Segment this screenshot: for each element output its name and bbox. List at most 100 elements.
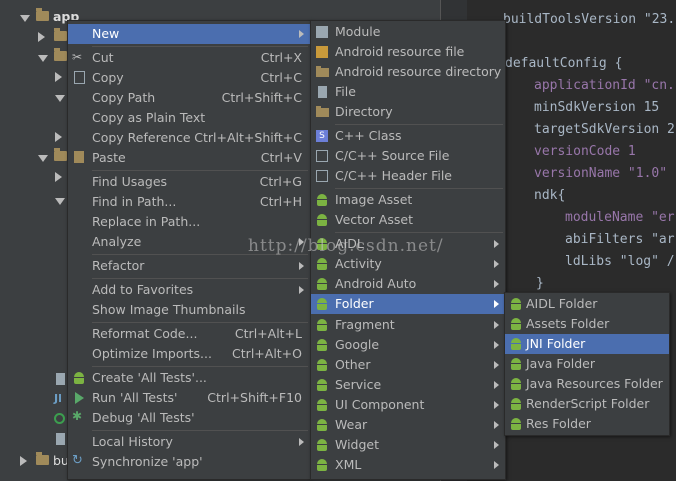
code-line: defaultConfig { (505, 56, 623, 71)
menu-item-debug-all-tests[interactable]: ✱ Debug 'All Tests' (68, 408, 310, 428)
expand-arrow-icon[interactable] (38, 55, 48, 62)
submenu-arrow-icon (494, 461, 499, 469)
menu-item-refactor[interactable]: Refactor (68, 256, 310, 276)
menu-item-google[interactable]: Google (311, 335, 505, 355)
expand-arrow-icon[interactable] (38, 155, 48, 162)
menu-item-folder[interactable]: Folder (311, 294, 505, 314)
menu-item-file[interactable]: File (311, 82, 505, 102)
menu-item-android-resource-file[interactable]: Android resource file (311, 42, 505, 62)
expand-arrow-icon[interactable] (55, 95, 65, 102)
menu-item-activity[interactable]: Activity (311, 254, 505, 274)
android-icon (316, 194, 328, 206)
android-icon (316, 359, 328, 371)
android-icon (316, 298, 328, 310)
paste-icon (74, 151, 84, 163)
menu-item-find-usages[interactable]: Find Usages Ctrl+G (68, 172, 310, 192)
cpp-header-icon (316, 170, 328, 182)
android-folder-icon (510, 338, 522, 350)
menu-item-replace-in-path[interactable]: Replace in Path... (68, 212, 310, 232)
android-icon (316, 319, 328, 331)
menu-item-copy-plain-text[interactable]: Copy as Plain Text (68, 108, 310, 128)
collapse-arrow-icon[interactable] (38, 32, 45, 42)
submenu-arrow-icon (299, 286, 304, 294)
menu-item-assets-folder[interactable]: Assets Folder (505, 314, 669, 334)
menu-item-cut[interactable]: ✂ Cut Ctrl+X (68, 48, 310, 68)
collapse-arrow-icon[interactable] (55, 172, 62, 182)
menu-item-create-all-tests[interactable]: Create 'All Tests'... (68, 368, 310, 388)
submenu-arrow-icon (494, 260, 499, 268)
code-line: buildToolsVersion "23. (503, 12, 676, 27)
cpp-class-icon: S (316, 130, 328, 142)
menu-item-copy-path[interactable]: Copy Path Ctrl+Shift+C (68, 88, 310, 108)
menu-item-paste[interactable]: Paste Ctrl+V (68, 148, 310, 168)
menu-item-xml[interactable]: XML (311, 455, 505, 475)
android-folder-icon (510, 358, 522, 370)
collapse-arrow-icon[interactable] (55, 72, 62, 82)
android-icon (316, 258, 328, 270)
menu-item-renderscript-folder[interactable]: RenderScript Folder (505, 394, 669, 414)
menu-item-android-auto[interactable]: Android Auto (311, 274, 505, 294)
menu-item-vector-asset[interactable]: Vector Asset (311, 210, 505, 230)
menu-item-java-resources-folder[interactable]: Java Resources Folder (505, 374, 669, 394)
menu-item-directory[interactable]: Directory (311, 102, 505, 122)
menu-item-other[interactable]: Other (311, 355, 505, 375)
folder-icon (54, 148, 67, 161)
menu-separator (335, 124, 503, 125)
module-icon (316, 26, 328, 38)
menu-item-local-history[interactable]: Local History (68, 432, 310, 452)
code-line: targetSdkVersion 2 (534, 122, 675, 137)
menu-item-reformat-code[interactable]: Reformat Code... Ctrl+Alt+L (68, 324, 310, 344)
code-line: versionName "1.0" (534, 166, 668, 181)
menu-item-show-image-thumbnails[interactable]: Show Image Thumbnails (68, 300, 310, 320)
menu-item-find-in-path[interactable]: Find in Path... Ctrl+H (68, 192, 310, 212)
android-folder-icon (510, 298, 522, 310)
menu-item-cpp-class[interactable]: S C++ Class (311, 126, 505, 146)
menu-item-cpp-header[interactable]: C/C++ Header File (311, 166, 505, 186)
android-folder-icon (510, 378, 522, 390)
collapse-arrow-icon[interactable] (20, 456, 27, 466)
code-line: } (536, 276, 544, 291)
menu-separator (92, 46, 308, 47)
submenu-arrow-icon (299, 438, 304, 446)
sync-icon: ↻ (72, 453, 83, 468)
menu-item-optimize-imports[interactable]: Optimize Imports... Ctrl+Alt+O (68, 344, 310, 364)
submenu-arrow-icon (299, 30, 304, 38)
menu-item-wear[interactable]: Wear (311, 415, 505, 435)
file-icon (56, 433, 65, 445)
collapse-arrow-icon[interactable] (55, 132, 62, 142)
code-line: applicationId "cn. (534, 78, 675, 93)
menu-item-service[interactable]: Service (311, 375, 505, 395)
java-class-icon: Jl (54, 392, 62, 405)
menu-item-add-to-favorites[interactable]: Add to Favorites (68, 280, 310, 300)
menu-item-aidl-folder[interactable]: AIDL Folder (505, 294, 669, 314)
folder-icon (36, 8, 49, 21)
menu-item-new[interactable]: New (68, 24, 310, 44)
android-folder-icon (510, 398, 522, 410)
menu-item-module[interactable]: Module (311, 22, 505, 42)
menu-item-android-resource-directory[interactable]: Android resource directory (311, 62, 505, 82)
menu-item-run-all-tests[interactable]: Run 'All Tests' Ctrl+Shift+F10 (68, 388, 310, 408)
submenu-arrow-icon (494, 381, 499, 389)
menu-item-widget[interactable]: Widget (311, 435, 505, 455)
expand-arrow-icon[interactable] (55, 198, 65, 205)
menu-item-fragment[interactable]: Fragment (311, 315, 505, 335)
submenu-arrow-icon (494, 300, 499, 308)
expand-arrow-icon[interactable] (20, 15, 30, 22)
menu-separator (92, 430, 308, 431)
menu-item-res-folder[interactable]: Res Folder (505, 414, 669, 434)
menu-separator (92, 366, 308, 367)
menu-item-copy-reference[interactable]: Copy Reference Ctrl+Alt+Shift+C (68, 128, 310, 148)
menu-item-jni-folder[interactable]: JNI Folder (505, 334, 669, 354)
menu-item-copy[interactable]: Copy Ctrl+C (68, 68, 310, 88)
android-folder-icon (510, 318, 522, 330)
menu-item-synchronize[interactable]: ↻ Synchronize 'app' (68, 452, 310, 472)
submenu-arrow-icon (494, 421, 499, 429)
menu-item-ui-component[interactable]: UI Component (311, 395, 505, 415)
submenu-arrow-icon (494, 280, 499, 288)
menu-item-image-asset[interactable]: Image Asset (311, 190, 505, 210)
menu-item-java-folder[interactable]: Java Folder (505, 354, 669, 374)
code-line: moduleName "er (565, 210, 675, 225)
android-icon (316, 439, 328, 451)
code-line: ndk{ (534, 188, 566, 203)
menu-item-cpp-source[interactable]: C/C++ Source File (311, 146, 505, 166)
